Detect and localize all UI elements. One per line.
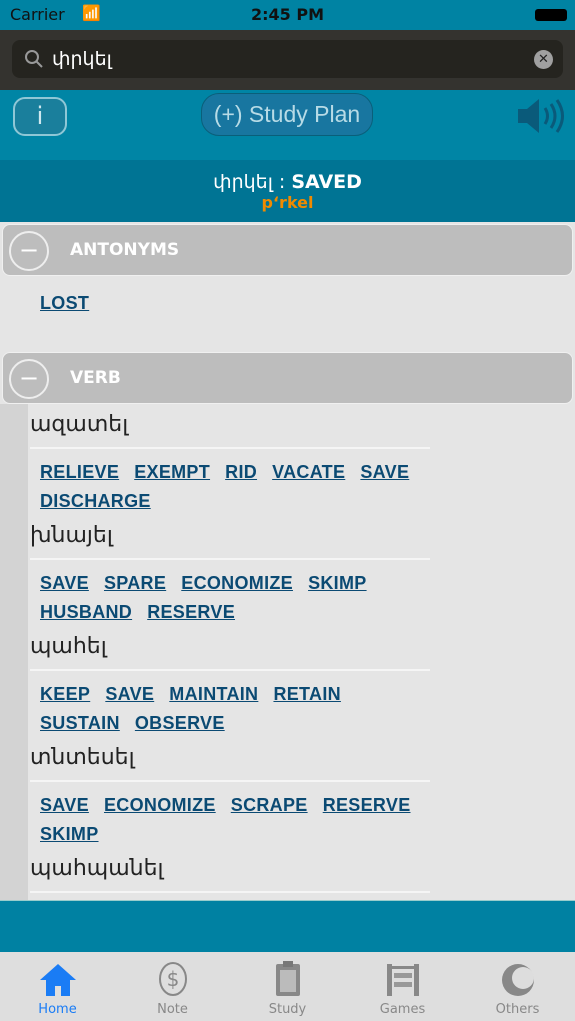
dollar-icon: $ [158,962,187,996]
antonym-list: LOST [40,293,99,314]
tab-label: Home [38,1002,77,1017]
synonym-link[interactable]: HUSBAND [40,602,132,622]
ad-banner [0,900,575,952]
study-plan-button[interactable]: (+) Study Plan [201,93,373,136]
synonym-link[interactable]: OBSERVE [135,713,225,733]
abacus-icon [386,964,419,996]
search-bar: ✕ [0,30,575,90]
synonym-list: SAVE ECONOMIZE SCRAPE RESERVE SKIMP [40,791,440,849]
speaker-icon[interactable] [516,96,568,136]
toolbar: i (+) Study Plan [0,90,575,160]
tab-label: Note [157,1002,188,1017]
section-header-verb[interactable]: − VERB [2,352,573,404]
left-strip [0,404,28,900]
clock: 2:45 PM [250,5,324,24]
section-label: ANTONYMS [70,240,180,260]
status-bar: Carrier 📶 2:45 PM [0,0,575,30]
antonym-link[interactable]: LOST [40,293,89,313]
tab-label: Others [495,1002,540,1017]
synonym-list: RELIEVE EXEMPT RID VACATE SAVE DISCHARGE [40,458,440,516]
headword: փրկել [213,171,273,193]
word-title: փրկել : SAVED [0,171,575,193]
tab-label: Study [268,1002,307,1017]
others-icon [501,964,534,996]
synonym-link[interactable]: DISCHARGE [40,491,151,511]
section-label: VERB [70,368,121,388]
divider [30,669,430,671]
synonym-link[interactable]: SKIMP [308,573,367,593]
synonym-link[interactable]: RID [225,462,257,482]
clear-search-icon[interactable]: ✕ [534,50,553,69]
info-button[interactable]: i [13,97,67,136]
section-header-antonyms[interactable]: − ANTONYMS [2,224,573,276]
search-icon [25,50,43,68]
synonym-link[interactable]: KEEP [40,684,90,704]
synonym-link[interactable]: SKIMP [40,824,99,844]
collapse-icon[interactable]: − [9,359,49,399]
synonym-link[interactable]: SAVE [40,795,89,815]
clipboard-icon [275,961,300,996]
synonym-link[interactable]: SAVE [360,462,409,482]
armenian-word: պահել [30,634,107,659]
synonym-link[interactable]: SCRAPE [231,795,308,815]
divider [30,891,430,893]
synonym-link[interactable]: ECONOMIZE [104,795,216,815]
synonym-link[interactable]: RETAIN [273,684,340,704]
synonym-link[interactable]: SPARE [104,573,166,593]
synonym-list: SAVE SPARE ECONOMIZE SKIMP HUSBAND RESER… [40,569,440,627]
armenian-word: տնտեսել [30,745,135,770]
armenian-word: խնայել [30,523,113,548]
synonym-list: KEEP SAVE MAINTAIN RETAIN SUSTAIN OBSERV… [40,680,440,738]
tab-others[interactable]: Others [460,952,575,1021]
search-input[interactable] [52,46,512,72]
divider [30,447,430,449]
tab-label: Games [379,1002,426,1017]
translation: SAVED [291,171,362,193]
synonym-link[interactable]: SAVE [40,573,89,593]
synonym-link[interactable]: SUSTAIN [40,713,120,733]
synonym-link[interactable]: EXEMPT [134,462,210,482]
armenian-word: պահպանել [30,856,164,881]
tab-note[interactable]: $ Note [115,952,230,1021]
synonym-link[interactable]: VACATE [272,462,345,482]
search-field[interactable]: ✕ [12,40,563,78]
battery-icon [535,9,567,21]
tab-games[interactable]: Games [345,952,460,1021]
divider [30,780,430,782]
synonym-link[interactable]: ECONOMIZE [181,573,293,593]
collapse-icon[interactable]: − [9,231,49,271]
synonym-link[interactable]: RESERVE [147,602,235,622]
tab-study[interactable]: Study [230,952,345,1021]
svg-text:$: $ [166,967,179,991]
transliteration: p‘rkel [261,193,314,212]
synonym-link[interactable]: MAINTAIN [169,684,258,704]
synonym-link[interactable]: RELIEVE [40,462,119,482]
tab-home[interactable]: Home [0,952,115,1021]
synonym-link[interactable]: RESERVE [323,795,411,815]
title-separator: : [272,171,292,193]
home-icon [39,964,76,996]
tab-bar: Home $ Note Study Games Others [0,952,575,1021]
synonym-link[interactable]: SAVE [105,684,154,704]
armenian-word: ազատել [30,412,129,437]
word-header: փրկել : SAVED p‘rkel [0,160,575,222]
divider [30,558,430,560]
